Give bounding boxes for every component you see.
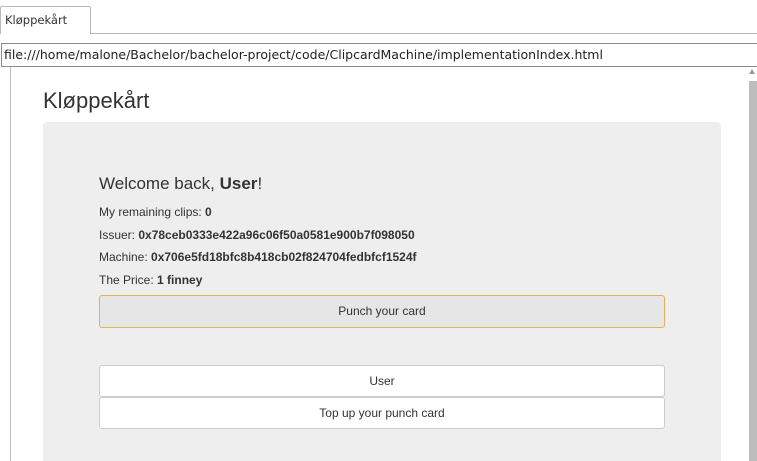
tab-bar: Kløppekårt <box>0 0 757 38</box>
vertical-scrollbar[interactable] <box>747 67 757 461</box>
issuer-label: Issuer: <box>99 228 139 242</box>
welcome-message: Welcome back, User! <box>99 174 262 194</box>
user-name: User <box>219 174 258 193</box>
machine-value: 0x706e5fd18bfc8b418cb02f824704fedbfcf152… <box>151 250 417 264</box>
tab-bar-divider <box>91 33 757 34</box>
price-label: The Price: <box>99 273 158 287</box>
page-title: Kløppekårt <box>43 88 150 113</box>
welcome-suffix: ! <box>257 174 263 193</box>
address-bar[interactable]: file:///home/malone/Bachelor/bachelor-pr… <box>1 43 757 67</box>
issuer-address: Issuer: 0x78ceb0333e422a96c06f50a0581e90… <box>99 228 415 242</box>
clips-label: My remaining clips: <box>99 205 206 219</box>
price: The Price: 1 finney <box>99 273 202 287</box>
issuer-value: 0x78ceb0333e422a96c06f50a0581e900b7f0980… <box>138 228 415 242</box>
top-up-button[interactable]: Top up your punch card <box>99 397 665 429</box>
welcome-prefix: Welcome back, <box>99 174 220 193</box>
scroll-thumb[interactable] <box>749 81 757 461</box>
tab-title: Kløppekårt <box>5 13 68 27</box>
punch-card-button[interactable]: Punch your card <box>99 295 665 328</box>
scroll-up-icon[interactable] <box>749 69 755 74</box>
clipcard-panel: Welcome back, User! My remaining clips: … <box>43 122 721 461</box>
url-text: file:///home/malone/Bachelor/bachelor-pr… <box>4 47 603 62</box>
browser-tab[interactable]: Kløppekårt <box>0 6 91 34</box>
machine-label: Machine: <box>99 250 152 264</box>
price-value: 1 finney <box>157 273 203 287</box>
remaining-clips: My remaining clips: 0 <box>99 205 212 219</box>
page-content: Kløppekårt Welcome back, User! My remain… <box>10 67 748 461</box>
machine-address: Machine: 0x706e5fd18bfc8b418cb02f824704f… <box>99 250 417 264</box>
user-button[interactable]: User <box>99 365 665 397</box>
clips-value: 0 <box>205 205 212 219</box>
